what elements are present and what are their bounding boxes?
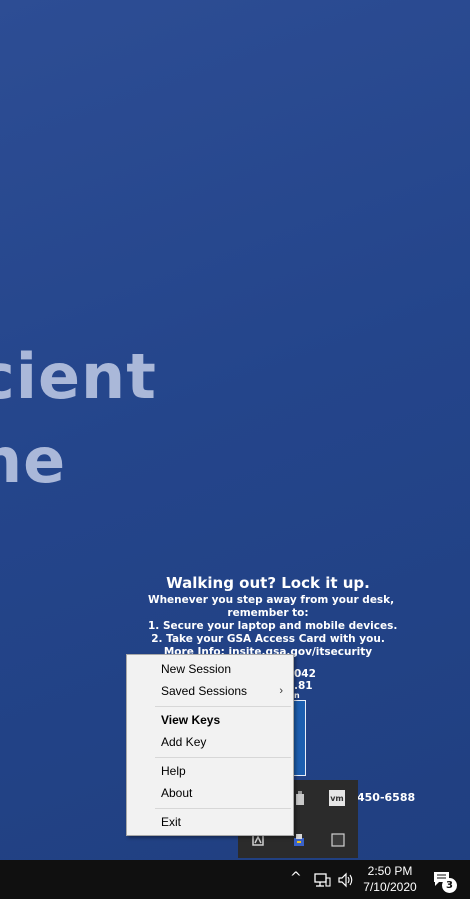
notice-line-4: 2. Take your GSA Access Card with you. bbox=[151, 633, 385, 645]
notification-count-badge: 3 bbox=[442, 878, 457, 893]
notice-line-2: remember to: bbox=[227, 607, 309, 619]
menu-item-help[interactable]: Help bbox=[127, 760, 293, 782]
network-icon[interactable] bbox=[313, 872, 331, 892]
clock-time: 2:50 PM bbox=[367, 864, 413, 878]
taskbar: ^ 2:50 PM 7/10/2020 3 bbox=[0, 860, 470, 899]
menu-separator bbox=[155, 808, 291, 809]
menu-item-new-session[interactable]: New Session bbox=[127, 658, 293, 680]
usb-eject-icon[interactable] bbox=[292, 790, 308, 806]
wallpaper-big-text-1: cient bbox=[0, 340, 157, 413]
menu-item-about[interactable]: About bbox=[127, 782, 293, 804]
menu-item-exit[interactable]: Exit bbox=[127, 811, 293, 833]
vmware-icon[interactable]: vm bbox=[329, 790, 345, 806]
notice-line-3: 1. Secure your laptop and mobile devices… bbox=[148, 620, 398, 632]
taskbar-clock[interactable]: 2:50 PM 7/10/2020 bbox=[358, 863, 422, 895]
menu-separator bbox=[155, 706, 291, 707]
wallpaper-partial-1: 042 bbox=[294, 668, 316, 680]
context-menu: New Session Saved Sessions › View Keys A… bbox=[126, 654, 294, 836]
wallpaper-phone-partial: 450-6588 bbox=[357, 791, 416, 804]
chevron-right-icon: › bbox=[279, 685, 283, 697]
show-hidden-icons-chevron-icon[interactable]: ^ bbox=[290, 870, 302, 886]
clock-date: 7/10/2020 bbox=[363, 880, 417, 894]
square-app-icon[interactable] bbox=[330, 832, 346, 848]
menu-item-saved-sessions[interactable]: Saved Sessions › bbox=[127, 680, 293, 702]
wallpaper-big-text-2: ne bbox=[0, 424, 67, 497]
menu-item-add-key[interactable]: Add Key bbox=[127, 731, 293, 753]
notice-heading: Walking out? Lock it up. bbox=[166, 574, 370, 592]
menu-item-view-keys[interactable]: View Keys bbox=[127, 709, 293, 731]
wallpaper-partial-3: n bbox=[294, 691, 300, 700]
notice-line-1: Whenever you step away from your desk, bbox=[148, 594, 395, 606]
menu-separator bbox=[155, 757, 291, 758]
volume-icon[interactable] bbox=[337, 872, 355, 892]
